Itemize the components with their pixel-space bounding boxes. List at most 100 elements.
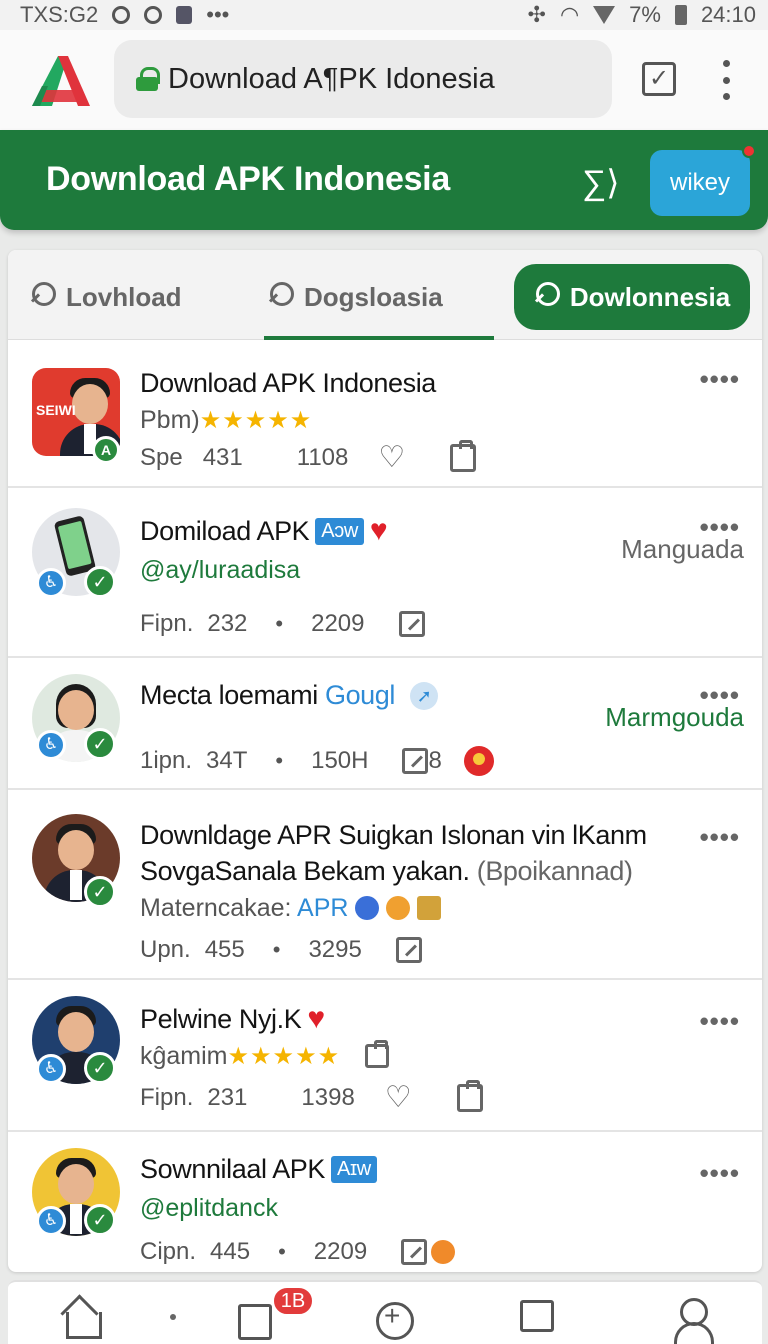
stat-prefix: Upn. <box>140 936 191 963</box>
list-item[interactable]: ✓ Downldage APR Suigkan Islonan vin lKan… <box>8 790 762 980</box>
separator-dot: • <box>278 1239 286 1264</box>
stat-prefix: Fipn. <box>140 610 194 637</box>
signal-icon <box>593 6 616 24</box>
item-title[interactable]: Pelwine Nyj.K ♥ <box>140 1002 325 1036</box>
list-item[interactable]: ♿ ✓ Pelwine Nyj.K ♥ kĝamim★★★★★ Fipn. 231… <box>8 980 762 1132</box>
thumbnail-label: SEIWI <box>36 402 76 418</box>
stat-a: 455 <box>204 936 245 963</box>
item-title[interactable]: Download APK Indonesia <box>140 368 436 399</box>
stat-b: 1398 <box>301 1084 355 1111</box>
bottom-nav: 1B <box>8 1280 762 1344</box>
content-card: Lovhload Dogsloasia Dowlonnesia SEIWI A … <box>8 250 762 1272</box>
gallery-icon <box>176 6 193 24</box>
profile-icon[interactable] <box>672 1298 714 1344</box>
heart-icon[interactable]: ♡ <box>378 443 410 473</box>
notification-dot <box>742 144 756 158</box>
chat-icon[interactable] <box>518 1298 558 1338</box>
title-link[interactable]: Gougl <box>325 680 395 710</box>
more-options-icon[interactable]: •••• <box>700 364 740 395</box>
clock-time: 24:10 <box>700 2 756 27</box>
list-item[interactable]: ♿ ✓ Mecta loemami Gougl ➚ 1ipn. 34T • 15… <box>8 658 762 790</box>
ad-chip: Aɔw <box>315 518 364 545</box>
item-stats: 1ipn. 34T • 150H 8 <box>140 746 494 776</box>
heart-emoji-icon: ♥ <box>369 514 388 547</box>
app-header: Download APK Indonesia ∑⟩ wikey <box>0 130 768 230</box>
page-title: Download APK Indonesia <box>46 160 450 198</box>
verified-badge-icon: ✓ <box>84 728 116 760</box>
tab-label: Lovhload <box>66 281 182 312</box>
stat-a: 231 <box>207 1084 248 1111</box>
arrow-circle-icon: ➚ <box>410 682 439 710</box>
accessibility-badge-icon: ♿ <box>36 730 66 760</box>
accessibility-badge-icon: ♿ <box>36 1206 66 1236</box>
heart-icon[interactable]: ♡ <box>385 1083 417 1113</box>
vibrate-icon: ✣ <box>527 2 546 27</box>
title-note: (Bpoikannad) <box>476 856 633 886</box>
edit-icon[interactable] <box>395 937 422 963</box>
tab-dowlonnesia[interactable]: Dowlonnesia <box>514 264 750 330</box>
search-icon <box>268 282 294 312</box>
stat-a: 431 <box>202 444 243 471</box>
edit-icon[interactable] <box>402 748 429 774</box>
stat-prefix: 1ipn. <box>140 747 193 774</box>
add-icon[interactable] <box>376 1298 416 1340</box>
stat-a: 34T <box>206 747 248 774</box>
browser-menu-icon[interactable] <box>716 60 736 100</box>
item-stats: Fipn. 231 1398 ♡ <box>140 1080 483 1113</box>
tab-dogsloasia[interactable]: Dogsloasia <box>268 264 443 330</box>
verified-badge-icon: ✓ <box>84 1052 116 1084</box>
item-subtitle: kĝamim★★★★★ <box>140 1040 390 1071</box>
title-text: Domiload APK <box>140 516 310 546</box>
stat-a: 232 <box>207 610 248 637</box>
calendar-icon <box>365 1040 390 1068</box>
stat-c: 8 <box>428 747 442 774</box>
more-options-icon[interactable]: •••• <box>700 1158 740 1189</box>
list-item[interactable]: ♿ ✓ Domiload APK Aɔw ♥ @ay/luraadisa Fipn.… <box>8 488 762 658</box>
verified-badge-icon: A <box>92 436 120 464</box>
search-icon <box>30 282 56 312</box>
clipboard-icon[interactable] <box>450 440 477 472</box>
item-title-line1[interactable]: Downldage APR Suigkan Islonan vin lKanm <box>140 820 647 851</box>
clipboard-icon[interactable] <box>456 1080 483 1112</box>
camera-icon <box>144 6 163 24</box>
item-title[interactable]: Mecta loemami Gougl ➚ <box>140 680 439 711</box>
home-icon[interactable] <box>62 1298 102 1339</box>
battery-icon <box>674 5 687 25</box>
item-title[interactable]: Domiload APK Aɔw ♥ <box>140 514 388 548</box>
more-options-icon[interactable]: •••• <box>700 1006 740 1037</box>
tabs-check-icon[interactable]: ✓ <box>642 62 676 96</box>
edit-icon[interactable] <box>398 611 425 637</box>
ad-chip: Aɪw <box>331 1156 377 1183</box>
share-icon[interactable]: ∑⟩ <box>582 166 620 200</box>
stat-b: 150H <box>311 747 369 774</box>
subtitle-link[interactable]: APR <box>297 894 348 922</box>
wifi-icon: ◠ <box>559 2 580 27</box>
stat-a: 445 <box>210 1238 251 1265</box>
tab-lovhload[interactable]: Lovhload <box>30 264 182 330</box>
item-stats: Upn. 455 • 3295 <box>140 936 422 964</box>
url-bar[interactable]: Download A¶PK Idonesia <box>114 40 612 118</box>
item-stats: Spe 431 1108 ♡ <box>140 440 477 473</box>
item-stats: Fipn. 232 • 2209 <box>140 610 425 638</box>
item-handle[interactable]: @ay/luraadisa <box>140 556 300 585</box>
list-item[interactable]: ♿ ✓ Sownnilaal APK Aɪw @eplitdanck Cipn. … <box>8 1132 762 1272</box>
item-handle[interactable]: @eplitdanck <box>140 1194 278 1223</box>
url-text: Download A¶PK Idonesia <box>168 62 495 95</box>
stat-b: 1108 <box>296 444 349 471</box>
separator-dot: • <box>275 748 284 773</box>
app-logo-icon[interactable] <box>28 50 94 112</box>
clock-icon <box>112 6 131 24</box>
wikey-button-label: wikey <box>669 169 730 196</box>
accessibility-badge-icon: ♿ <box>36 1054 66 1084</box>
nav-separator-dot <box>170 1314 176 1320</box>
edit-icon[interactable] <box>401 1239 428 1265</box>
stat-prefix: Fipn. <box>140 1084 194 1111</box>
more-options-icon[interactable]: •••• <box>700 822 740 853</box>
item-title-line2[interactable]: SovgaSanala Bekam yakan. (Bpoikannad) <box>140 856 633 887</box>
list-item[interactable]: SEIWI A Download APK Indonesia Pbm)★★★★★… <box>8 340 762 488</box>
status-left: TXS:G2 ••• <box>20 2 229 28</box>
item-title[interactable]: Sownnilaal APK Aɪw <box>140 1154 377 1185</box>
emoji-icon <box>463 746 494 776</box>
subtitle-text: Pbm) <box>140 406 200 434</box>
wikey-button[interactable]: wikey <box>650 144 756 216</box>
